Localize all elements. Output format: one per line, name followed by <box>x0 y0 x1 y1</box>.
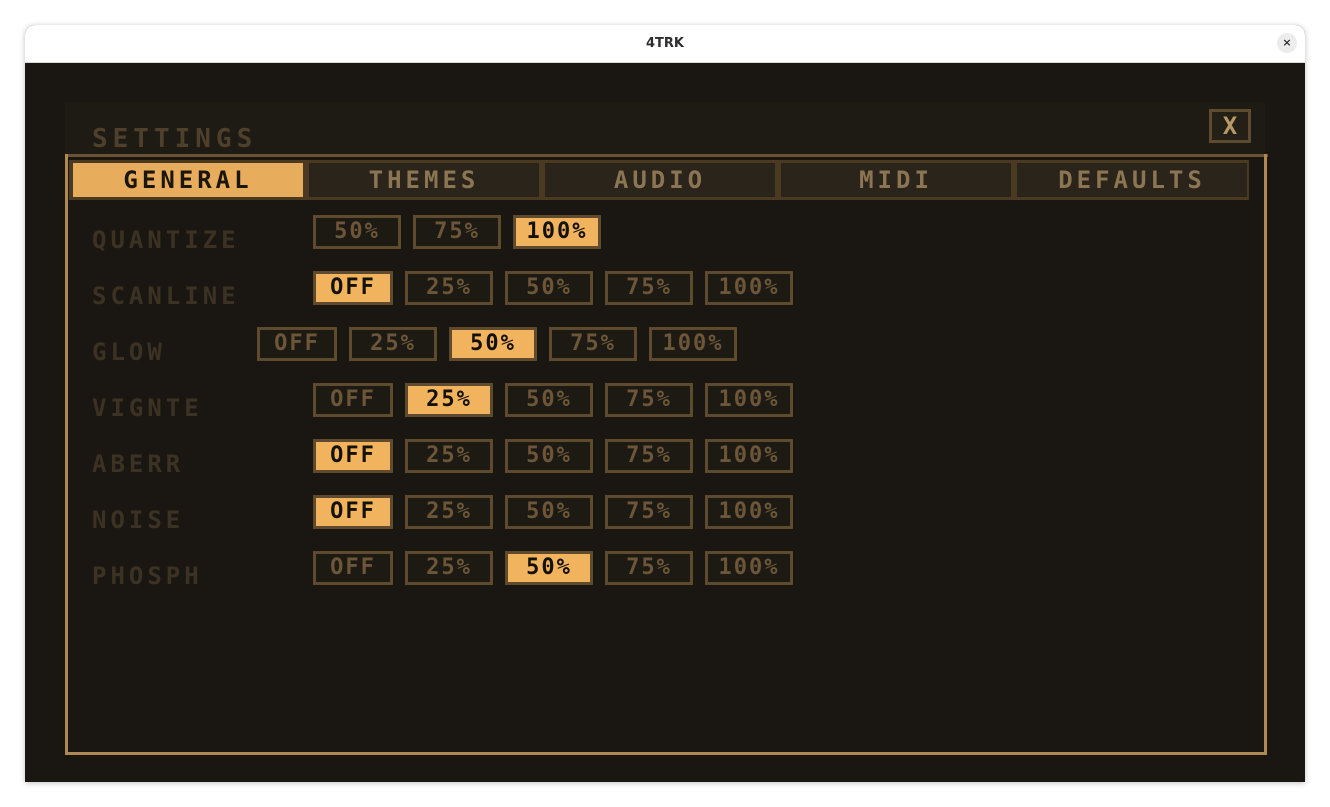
tab-defaults[interactable]: DEFAULTS <box>1015 161 1249 199</box>
scanline-option-50[interactable]: 50% <box>505 271 593 305</box>
glow-option-100[interactable]: 100% <box>649 327 737 361</box>
tab-midi[interactable]: MIDI <box>779 161 1013 199</box>
phosphor-option-off[interactable]: OFF <box>313 551 393 585</box>
glow-option-50[interactable]: 50% <box>449 327 537 361</box>
title-bar: 4TRK × <box>25 25 1305 63</box>
aberration-option-25[interactable]: 25% <box>405 439 493 473</box>
quantize-option-100[interactable]: 100% <box>513 215 601 249</box>
noise-option-50[interactable]: 50% <box>505 495 593 529</box>
settings-title: SETTINGS <box>92 124 258 154</box>
vignette-option-100[interactable]: 100% <box>705 383 793 417</box>
noise-option-75[interactable]: 75% <box>605 495 693 529</box>
aberration-option-off[interactable]: OFF <box>313 439 393 473</box>
scanline-option-25[interactable]: 25% <box>405 271 493 305</box>
tab-audio[interactable]: AUDIO <box>543 161 777 199</box>
phosphor-option-75[interactable]: 75% <box>605 551 693 585</box>
glow-option-75[interactable]: 75% <box>549 327 637 361</box>
aberration-option-75[interactable]: 75% <box>605 439 693 473</box>
vignette-label: VIGNTE <box>92 394 203 422</box>
aberration-option-50[interactable]: 50% <box>505 439 593 473</box>
phosphor-option-100[interactable]: 100% <box>705 551 793 585</box>
vignette-option-off[interactable]: OFF <box>313 383 393 417</box>
phosphor-label: PHOSPH <box>92 562 203 590</box>
scanline-option-off[interactable]: OFF <box>313 271 393 305</box>
window-close-button[interactable]: × <box>1277 33 1297 53</box>
aberration-label: ABERR <box>92 450 185 478</box>
glow-option-25[interactable]: 25% <box>349 327 437 361</box>
settings-close-button[interactable]: X <box>1209 109 1251 143</box>
quantize-option-50[interactable]: 50% <box>313 215 401 249</box>
vignette-option-50[interactable]: 50% <box>505 383 593 417</box>
tab-general[interactable]: GENERAL <box>71 161 305 199</box>
aberration-option-100[interactable]: 100% <box>705 439 793 473</box>
vignette-option-75[interactable]: 75% <box>605 383 693 417</box>
glow-option-off[interactable]: OFF <box>257 327 337 361</box>
noise-option-off[interactable]: OFF <box>313 495 393 529</box>
noise-label: NOISE <box>92 506 185 534</box>
quantize-option-75[interactable]: 75% <box>413 215 501 249</box>
noise-option-25[interactable]: 25% <box>405 495 493 529</box>
phosphor-option-25[interactable]: 25% <box>405 551 493 585</box>
scanline-option-75[interactable]: 75% <box>605 271 693 305</box>
vignette-option-25[interactable]: 25% <box>405 383 493 417</box>
quantize-label: QUANTIZE <box>92 226 240 254</box>
noise-option-100[interactable]: 100% <box>705 495 793 529</box>
glow-label: GLOW <box>92 338 166 366</box>
scanline-label: SCANLINE <box>92 282 240 310</box>
tab-themes[interactable]: THEMES <box>307 161 541 199</box>
phosphor-option-50[interactable]: 50% <box>505 551 593 585</box>
scanline-option-100[interactable]: 100% <box>705 271 793 305</box>
window-title: 4TRK <box>646 36 684 51</box>
